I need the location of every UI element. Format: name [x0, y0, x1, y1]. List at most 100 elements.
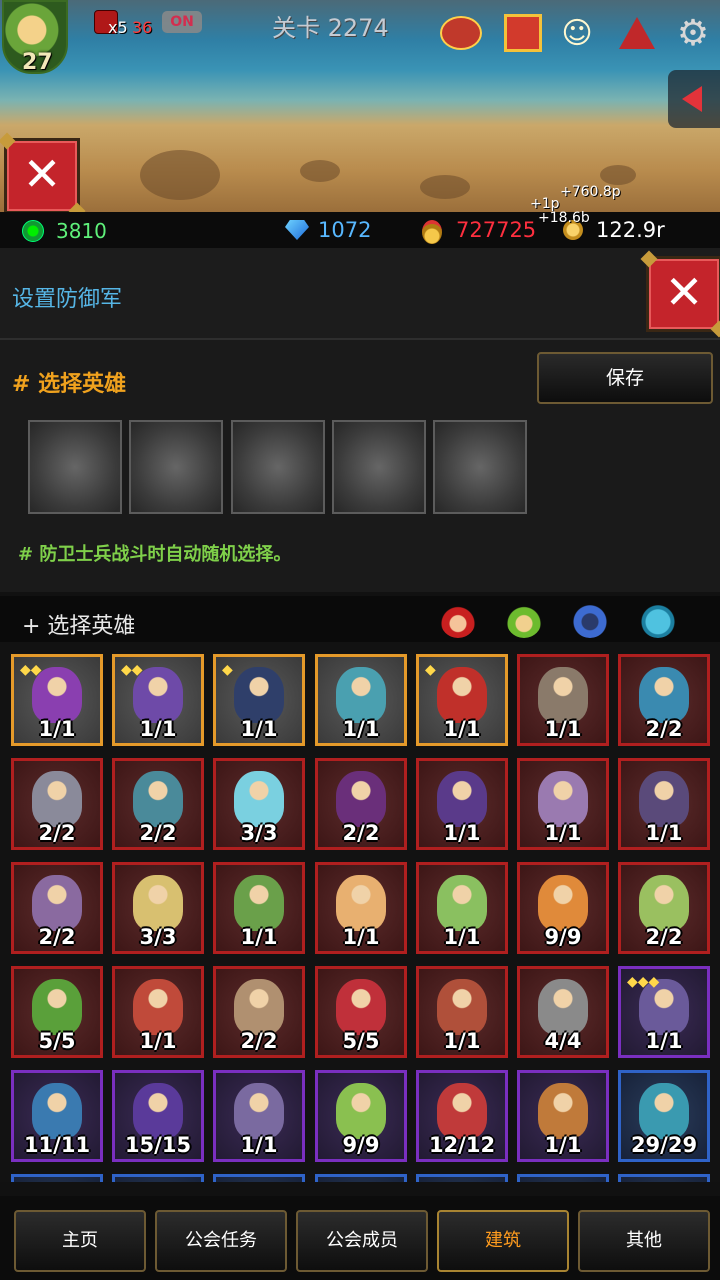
hero-count: 1/1	[240, 717, 278, 741]
hero-card[interactable]: 1/1	[517, 758, 609, 850]
hero-card[interactable]: 2/2	[315, 758, 407, 850]
nav-guild-members-button[interactable]: 公会成员	[296, 1210, 428, 1272]
hero-portrait	[639, 771, 689, 827]
nav-buildings-button[interactable]: 建筑	[437, 1210, 569, 1272]
hero-slot[interactable]	[332, 420, 426, 514]
hero-portrait	[32, 1083, 82, 1139]
gift-box-icon[interactable]	[502, 12, 544, 54]
hero-card[interactable]: 4/4	[517, 966, 609, 1058]
hero-card[interactable]: ◆◆◆ 1/1	[618, 966, 710, 1058]
hero-portrait	[336, 875, 386, 931]
hero-card[interactable]: 1/1	[213, 862, 305, 954]
hero-card[interactable]	[213, 1174, 305, 1182]
star-rank-icon: ◆	[222, 662, 233, 678]
hero-count: 1/1	[645, 1029, 683, 1053]
save-button[interactable]: 保存	[537, 352, 713, 404]
hero-card[interactable]: 2/2	[11, 758, 103, 850]
hero-card[interactable]	[315, 1174, 407, 1182]
nav-guild-tasks-button[interactable]: 公会任务	[155, 1210, 287, 1272]
hero-portrait	[639, 667, 689, 723]
hero-card[interactable]: 1/1	[315, 654, 407, 746]
hero-card[interactable]: 11/11	[11, 1070, 103, 1162]
hero-card[interactable]	[416, 1174, 508, 1182]
section-title: # 选择英雄	[12, 372, 127, 397]
hero-card[interactable]: 5/5	[315, 966, 407, 1058]
home-icon[interactable]	[616, 12, 658, 54]
hero-card[interactable]: 15/15	[112, 1070, 204, 1162]
hero-count: 1/1	[240, 925, 278, 949]
hero-card[interactable]: 1/1	[416, 862, 508, 954]
hero-card[interactable]: ◆◆ 1/1	[11, 654, 103, 746]
hero-count: 1/1	[645, 821, 683, 845]
hero-card[interactable]: 1/1	[416, 758, 508, 850]
nav-others-button[interactable]: 其他	[578, 1210, 710, 1272]
blue-element-filter-icon[interactable]	[572, 602, 608, 638]
hero-card[interactable]: 1/1	[213, 1070, 305, 1162]
hero-card[interactable]: 2/2	[618, 862, 710, 954]
hero-card[interactable]	[112, 1174, 204, 1182]
hero-slot[interactable]	[231, 420, 325, 514]
hero-portrait	[133, 1083, 183, 1139]
hero-count: 1/1	[342, 925, 380, 949]
angel-icon[interactable]: ☺	[556, 12, 598, 54]
hero-card[interactable]: 1/1	[517, 1070, 609, 1162]
hero-count: 2/2	[139, 821, 177, 845]
stage-title: 关卡 2274	[272, 14, 389, 42]
skull-rock	[140, 150, 220, 200]
scene-close-button[interactable]: ✕	[4, 138, 80, 212]
hero-card[interactable]: ◆◆ 1/1	[112, 654, 204, 746]
star-rank-icon: ◆◆	[121, 662, 143, 678]
hero-card[interactable]	[618, 1174, 710, 1182]
hero-portrait	[437, 1083, 487, 1139]
resource-bar: 3810 1072 727725 122.9r	[0, 212, 720, 248]
hero-count: 3/3	[139, 925, 177, 949]
hero-card[interactable]: 2/2	[213, 966, 305, 1058]
hero-card[interactable]: 1/1	[517, 654, 609, 746]
hero-slot[interactable]	[129, 420, 223, 514]
boost-multiplier: x5	[108, 18, 128, 37]
nav-home-button[interactable]: 主页	[14, 1210, 146, 1272]
hero-card[interactable]: 3/3	[213, 758, 305, 850]
hero-card[interactable]: ◆ 1/1	[213, 654, 305, 746]
hero-slot[interactable]	[28, 420, 122, 514]
hero-portrait	[133, 979, 183, 1035]
hero-portrait	[437, 667, 487, 723]
hero-card[interactable]: 5/5	[11, 966, 103, 1058]
green-element-filter-icon[interactable]	[506, 602, 542, 638]
gear-icon[interactable]: ⚙	[672, 12, 714, 54]
hero-portrait	[32, 771, 82, 827]
hero-card[interactable]	[11, 1174, 103, 1182]
cyan-element-filter-icon[interactable]	[640, 602, 676, 638]
hero-portrait	[234, 979, 284, 1035]
hero-card[interactable]: 12/12	[416, 1070, 508, 1162]
sand-rock	[300, 160, 340, 182]
hero-card[interactable]	[517, 1174, 609, 1182]
hero-card[interactable]: 2/2	[11, 862, 103, 954]
hero-card[interactable]: 1/1	[315, 862, 407, 954]
side-menu-arrow[interactable]	[668, 70, 720, 128]
panel-close-button[interactable]: ✕	[646, 256, 720, 332]
floating-gain: +760.8p	[560, 184, 621, 200]
hero-card[interactable]: 9/9	[315, 1070, 407, 1162]
hero-count: 29/29	[630, 1133, 698, 1157]
hero-count: 5/5	[38, 1029, 76, 1053]
hero-slot[interactable]	[433, 420, 527, 514]
hero-card[interactable]: 1/1	[416, 966, 508, 1058]
hero-card[interactable]: 2/2	[112, 758, 204, 850]
auto-select-hint: # 防卫士兵战斗时自动随机选择。	[18, 544, 292, 565]
hero-portrait	[538, 875, 588, 931]
hero-card[interactable]: ◆ 1/1	[416, 654, 508, 746]
hero-card[interactable]: 1/1	[112, 966, 204, 1058]
hero-card[interactable]: 1/1	[618, 758, 710, 850]
hero-card[interactable]: 2/2	[618, 654, 710, 746]
auto-toggle[interactable]: ON	[162, 11, 202, 33]
panel-title: 设置防御军	[12, 287, 123, 312]
hero-card[interactable]: 29/29	[618, 1070, 710, 1162]
boost-count: 36	[132, 18, 153, 37]
roster-header: + 选择英雄	[0, 596, 720, 642]
gem-value: 1072	[318, 218, 372, 242]
hero-card[interactable]: 3/3	[112, 862, 204, 954]
red-element-filter-icon[interactable]	[440, 602, 476, 638]
hero-card[interactable]: 9/9	[517, 862, 609, 954]
chat-icon[interactable]	[440, 12, 482, 54]
